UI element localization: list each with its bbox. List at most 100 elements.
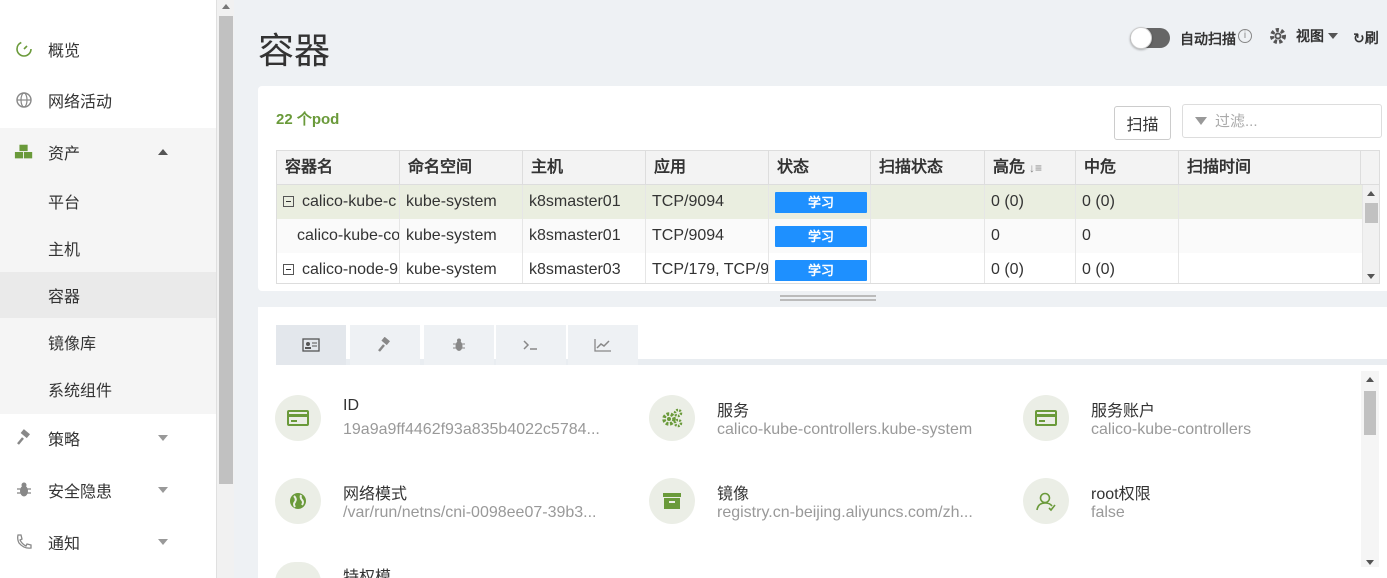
refresh-button[interactable]: ↻刷	[1353, 28, 1379, 48]
globe-icon	[275, 478, 321, 524]
prop-image-key: 镜像	[717, 486, 750, 503]
tab-terminal[interactable]	[496, 325, 566, 365]
prop-service-key: 服务	[717, 403, 750, 420]
col-scan-time[interactable]: 扫描时间	[1179, 151, 1361, 185]
nav-vulnerabilities[interactable]: 安全隐患	[0, 467, 216, 513]
prop-root: root权限 false	[1023, 478, 1383, 538]
refresh-label: 刷	[1364, 30, 1379, 46]
filter-box[interactable]	[1182, 104, 1382, 138]
detail-tabs	[276, 325, 1387, 365]
prop-image-value: registry.cn-beijing.aliyuncs.com/zh...	[717, 504, 973, 521]
bug-icon	[453, 338, 465, 351]
cell-high: 0 (0)	[985, 253, 1076, 283]
sub-registry[interactable]: 镜像库	[0, 319, 216, 365]
chevron-down-icon	[158, 539, 168, 545]
col-high-label: 高危	[993, 159, 1026, 176]
scroll-down-arrow[interactable]	[1366, 560, 1374, 565]
cubes-icon	[14, 142, 34, 162]
sub-containers-label: 容器	[48, 289, 81, 306]
filter-input[interactable]	[1215, 112, 1375, 130]
cell-namespace: kube-system	[400, 253, 523, 283]
globe-icon	[14, 90, 34, 110]
terminal-icon	[523, 340, 537, 350]
table-row[interactable]: calico-kube-co kube-system k8smaster01 T…	[277, 219, 1363, 253]
cogs-icon	[649, 395, 695, 441]
dashboard-icon	[14, 39, 34, 59]
nav-notifications-label: 通知	[48, 536, 81, 553]
tab-stats[interactable]	[568, 325, 638, 365]
sub-registry-label: 镜像库	[48, 336, 97, 353]
phone-icon	[14, 532, 34, 552]
cell-app: TCP/9094	[646, 185, 769, 219]
containers-table: 容器名 命名空间 主机 应用 状态 扫描状态 高危 ↓≡ 中危 扫描时间 cali…	[276, 150, 1380, 284]
scrollbar-thumb[interactable]	[1365, 203, 1378, 223]
prop-service-value: calico-kube-controllers.kube-system	[717, 421, 973, 438]
prop-service-account-value: calico-kube-controllers	[1091, 421, 1252, 438]
nav-assets[interactable]: 资产	[0, 129, 216, 175]
cell-status: 学习	[769, 219, 871, 253]
sub-platform[interactable]: 平台	[0, 178, 216, 224]
status-badge: 学习	[775, 260, 867, 281]
tab-vulnerabilities[interactable]	[424, 325, 494, 365]
scroll-up-arrow[interactable]	[1367, 191, 1375, 196]
table-scrollbar[interactable]	[1363, 185, 1379, 283]
scroll-up-arrow[interactable]	[222, 4, 230, 9]
sort-icon[interactable]: ↓≡	[1029, 151, 1042, 185]
col-app[interactable]: 应用	[646, 151, 769, 185]
status-badge: 学习	[775, 226, 867, 247]
nav-policy-label: 策略	[48, 432, 81, 449]
chevron-up-icon	[158, 149, 168, 155]
scroll-up-arrow[interactable]	[1366, 377, 1374, 382]
col-name[interactable]: 容器名	[277, 151, 400, 185]
auto-scan-toggle[interactable]	[1130, 27, 1170, 49]
archive-icon	[649, 478, 695, 524]
nav-policy[interactable]: 策略	[0, 415, 216, 461]
table-header: 容器名 命名空间 主机 应用 状态 扫描状态 高危 ↓≡ 中危 扫描时间	[277, 151, 1379, 185]
pods-panel: 22 个pod 扫描 容器名 命名空间 主机 应用 状态 扫描状态 高危↓≡ 中…	[258, 86, 1387, 291]
nav-overview[interactable]: 概览	[0, 26, 216, 72]
panel-splitter-handle[interactable]	[780, 295, 876, 301]
prop-service-account-key: 服务账户	[1091, 403, 1156, 420]
gavel-icon	[378, 337, 390, 352]
sub-system-components[interactable]: 系统组件	[0, 366, 216, 412]
col-scan-status[interactable]: 扫描状态	[871, 151, 985, 185]
table-row[interactable]: calico-node-9 kube-system k8smaster03 TC…	[277, 253, 1363, 283]
nav-network-label: 网络活动	[48, 94, 113, 111]
table-row[interactable]: calico-kube-c kube-system k8smaster01 TC…	[277, 185, 1363, 219]
card-icon	[275, 395, 321, 441]
collapse-icon[interactable]	[283, 196, 294, 207]
scroll-down-arrow[interactable]	[1367, 274, 1375, 279]
nav-overview-label: 概览	[48, 43, 81, 60]
scan-button[interactable]: 扫描	[1114, 106, 1171, 140]
sidebar-scrollbar[interactable]	[216, 0, 234, 578]
col-host[interactable]: 主机	[523, 151, 646, 185]
refresh-icon: ↻	[1353, 30, 1365, 46]
sub-containers[interactable]: 容器	[0, 272, 216, 318]
page-title: 容器	[258, 30, 331, 71]
cell-host: k8smaster01	[523, 185, 646, 219]
chevron-down-icon	[158, 487, 168, 493]
col-high[interactable]: 高危 ↓≡	[985, 151, 1076, 185]
view-button[interactable]: 视图	[1268, 26, 1338, 46]
cell-medium: 0	[1076, 219, 1179, 253]
cell-name: calico-kube-co	[277, 219, 400, 253]
tab-rules[interactable]	[350, 325, 420, 365]
nav-notifications[interactable]: 通知	[0, 519, 216, 565]
col-status[interactable]: 状态	[769, 151, 871, 185]
nav-network-activity[interactable]: 网络活动	[0, 77, 216, 123]
sub-system-label: 系统组件	[48, 383, 113, 400]
cell-scan-status	[871, 253, 985, 283]
info-icon[interactable]: i	[1238, 29, 1252, 43]
tab-info[interactable]	[276, 325, 346, 365]
col-medium[interactable]: 中危	[1076, 151, 1179, 185]
nav-assets-label: 资产	[48, 146, 81, 163]
cell-medium: 0 (0)	[1076, 185, 1179, 219]
collapse-icon[interactable]	[283, 264, 294, 275]
sub-hosts-label: 主机	[48, 242, 81, 259]
col-namespace[interactable]: 命名空间	[400, 151, 523, 185]
sub-hosts[interactable]: 主机	[0, 225, 216, 271]
cell-name: calico-node-9	[277, 253, 400, 283]
cell-name: calico-kube-c	[277, 185, 400, 219]
scrollbar-thumb[interactable]	[219, 16, 233, 484]
sidebar: 概览 网络活动 资产 平台 主机 容器 镜像库 系统组件 策略 安全隐患 通知	[0, 0, 216, 578]
